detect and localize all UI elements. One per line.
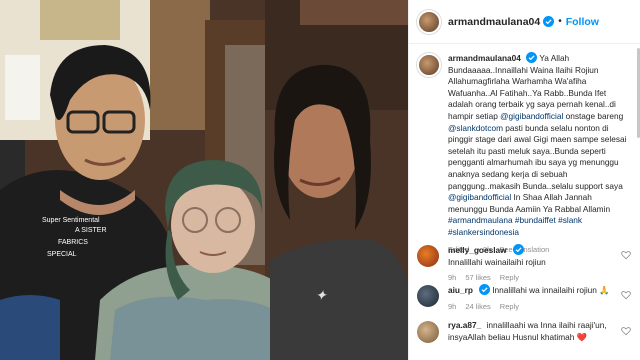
heart-icon[interactable]	[621, 250, 631, 260]
author-username[interactable]: armandmaulana04	[448, 16, 540, 28]
reply-button[interactable]: Reply	[500, 302, 519, 311]
comment-likes[interactable]: 57 likes	[465, 273, 490, 282]
heart-icon[interactable]	[621, 290, 631, 300]
shirt-text-1: Super Sentimental	[42, 217, 100, 224]
comment-avatar[interactable]	[417, 285, 439, 307]
verified-icon	[526, 52, 538, 63]
shirt-text-3: FABRICS	[58, 239, 88, 246]
comment-text: aiu_rp Innalillahi wa innailaihi rojiun …	[448, 284, 620, 297]
photo-illustration: Super Sentimental A SISTER FABRICS SPECI…	[0, 0, 408, 360]
mention-gigibandofficial[interactable]: @gigibandofficial	[448, 192, 511, 202]
shirt-text-2: A SISTER	[75, 227, 107, 234]
comment-age: 9h	[448, 273, 457, 283]
caption-part: onstage bareng	[563, 110, 624, 121]
post-photo[interactable]: Super Sentimental A SISTER FABRICS SPECI…	[0, 0, 408, 360]
caption-avatar[interactable]	[417, 53, 441, 77]
caption-text: armandmaulana04 Ya Allah Bundaaaaa..Inna…	[448, 52, 632, 239]
post-header: armandmaulana04 • Follow	[409, 0, 640, 44]
comment-body: Innalillahi wa innailaihi rojiun 🙏	[492, 285, 610, 295]
mention-slankdotcom[interactable]: @slankdotcom	[448, 123, 503, 133]
separator: •	[558, 16, 562, 27]
comment-avatar[interactable]	[417, 245, 439, 267]
post-panel: armandmaulana04 • Follow armandmaulana04…	[408, 0, 640, 360]
shirt-graphic: ✦	[315, 289, 328, 304]
verified-icon	[512, 244, 524, 255]
comment-meta: 9h 24 likes Reply	[448, 302, 620, 311]
comment-item: aiu_rp Innalillahi wa innailaihi rojiun …	[409, 284, 640, 311]
comment-item: melly_goeslaw Innalillahi wainailaihi ro…	[409, 244, 640, 282]
hashtags[interactable]: #armandmaulana #bundaiffet #slank #slank…	[448, 215, 582, 237]
comment-text: rya.a87_ innalillaahi wa Inna ilaihi raa…	[448, 320, 620, 343]
comment-avatar[interactable]	[417, 321, 439, 343]
follow-button[interactable]: Follow	[566, 16, 599, 28]
comment-body: Innalillahi wainailaihi rojiun	[448, 256, 546, 267]
caption-block: armandmaulana04 Ya Allah Bundaaaaa..Inna…	[409, 44, 640, 239]
shirt-text-4: SPECIAL	[47, 251, 77, 258]
reply-button[interactable]: Reply	[500, 273, 519, 282]
comment-username[interactable]: melly_goeslaw	[448, 245, 507, 255]
caption-author[interactable]: armandmaulana04	[448, 53, 521, 63]
comment-text: melly_goeslaw Innalillahi wainailaihi ro…	[448, 244, 620, 268]
heart-icon[interactable]	[621, 326, 631, 336]
author-avatar[interactable]	[417, 9, 441, 34]
verified-icon	[543, 16, 555, 27]
comment-item: rya.a87_ innalillaahi wa Inna ilaihi raa…	[409, 320, 640, 343]
verified-icon	[478, 284, 490, 295]
comment-likes[interactable]: 24 likes	[465, 302, 490, 311]
comment-age: 9h	[448, 301, 457, 311]
comment-username[interactable]: rya.a87_	[448, 320, 481, 330]
comment-meta: 9h 57 likes Reply	[448, 273, 620, 282]
comment-username[interactable]: aiu_rp	[448, 285, 473, 295]
mention-gigibandofficial[interactable]: @gigibandofficial	[500, 111, 563, 121]
